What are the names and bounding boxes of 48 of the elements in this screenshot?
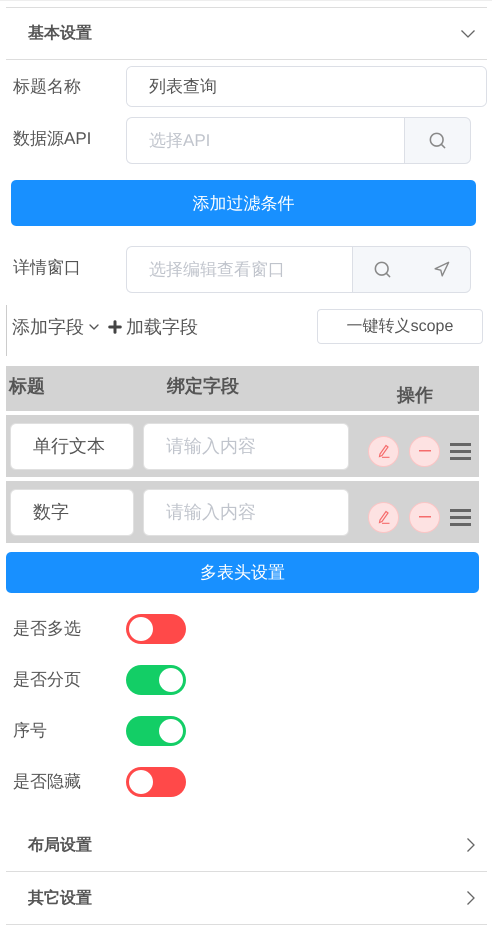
title-field[interactable]: 单行文本	[10, 422, 134, 470]
panel-title: 其它设置	[28, 888, 92, 908]
column-header: 标题	[9, 375, 46, 398]
scope-button[interactable]: 一键转义scope	[317, 309, 483, 344]
title-input-field[interactable]: 列表查询	[126, 66, 487, 107]
toggle-switch[interactable]	[126, 664, 186, 694]
search-icon[interactable]	[373, 260, 392, 279]
column-header: 操作	[396, 384, 434, 407]
chevron-right-icon	[467, 838, 475, 852]
toggle-label: 是否多选	[12, 618, 82, 640]
toggle-switch[interactable]	[126, 766, 186, 796]
api-input-field[interactable]: 选择API	[126, 117, 404, 164]
pencil-icon	[378, 444, 390, 458]
field-label: 详情窗口	[12, 257, 82, 279]
search-button[interactable]	[404, 117, 471, 164]
minus-icon	[418, 516, 430, 518]
chevron-right-icon	[467, 891, 475, 905]
remove-button[interactable]	[409, 436, 440, 466]
edit-button[interactable]	[368, 436, 399, 466]
toggle-switch[interactable]	[126, 614, 186, 644]
toggle-switch[interactable]	[126, 716, 186, 746]
field-label: 标题名称	[12, 76, 82, 98]
add-field-dropdown[interactable]: 添加字段	[12, 314, 102, 338]
column-header: 绑定字段	[167, 375, 240, 398]
toggle-label: 是否分页	[12, 669, 82, 691]
title-field[interactable]: 数字	[10, 488, 134, 536]
panel-title: 布局设置	[28, 836, 92, 856]
toggle-label: 序号	[12, 720, 48, 742]
pencil-icon	[378, 510, 390, 524]
load-field-button[interactable]: 加载字段	[106, 314, 198, 338]
navigation-arrow-icon[interactable]	[432, 261, 450, 278]
bind-field-input[interactable]: 请输入内容	[143, 422, 349, 470]
panel-header[interactable]: 其它设置	[6, 872, 487, 925]
drag-handle-icon[interactable]	[450, 442, 471, 460]
toggle-label: 是否隐藏	[12, 771, 82, 793]
bind-field-input[interactable]: 请输入内容	[143, 488, 349, 536]
minus-icon	[418, 450, 430, 452]
search-icon	[428, 131, 447, 150]
chevron-down-icon	[461, 30, 475, 38]
panel-header[interactable]: 基本设置	[6, 7, 487, 60]
edit-button[interactable]	[368, 502, 399, 532]
panel-header[interactable]: 布局设置	[6, 819, 487, 872]
drag-handle-icon[interactable]	[450, 508, 471, 526]
field-label: 数据源API	[12, 128, 92, 150]
plus-icon	[106, 318, 124, 336]
remove-button[interactable]	[409, 502, 440, 532]
detail-window-input-field[interactable]: 选择编辑查看窗口	[126, 246, 352, 293]
panel-title: 基本设置	[28, 24, 92, 44]
